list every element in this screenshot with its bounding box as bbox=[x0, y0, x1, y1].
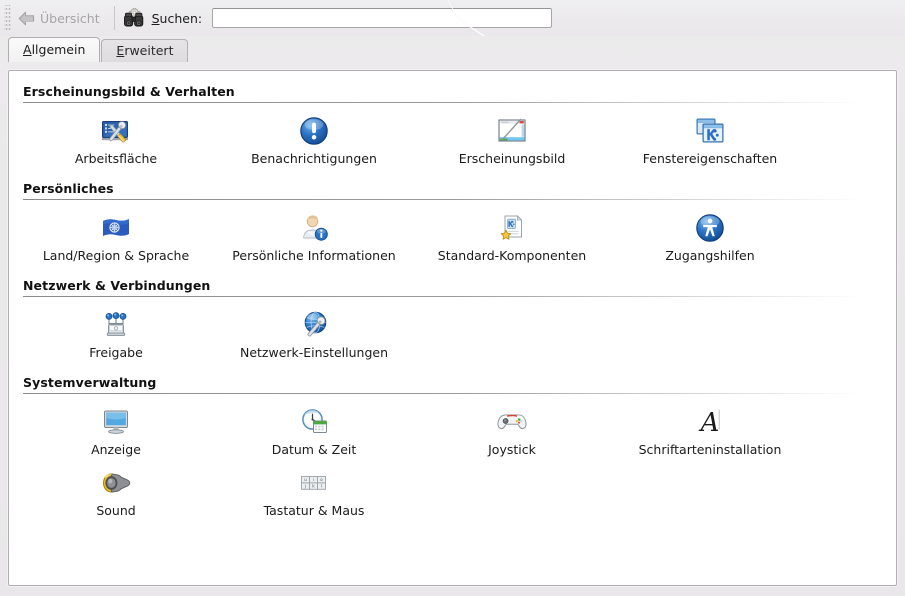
module-arbeitsflaeche[interactable]: Arbeitsfläche bbox=[17, 111, 215, 172]
search-input[interactable] bbox=[212, 8, 553, 28]
svg-text:j: j bbox=[304, 483, 306, 489]
module-label: Persönliche Informationen bbox=[232, 248, 396, 263]
un-flag-icon bbox=[99, 211, 133, 245]
group-title: Persönliches bbox=[23, 181, 114, 196]
module-freigabe[interactable]: Freigabe bbox=[17, 305, 215, 366]
back-button-label: Übersicht bbox=[40, 10, 100, 26]
module-label: Joystick bbox=[488, 442, 536, 457]
svg-text:i: i bbox=[313, 477, 314, 483]
module-label: Land/Region & Sprache bbox=[42, 248, 190, 263]
module-persoenliche-informationen[interactable]: Persönliche Informationen bbox=[215, 208, 413, 269]
module-label: Standard-Komponenten bbox=[437, 248, 587, 263]
module-label: Fenstereigenschaften bbox=[642, 151, 778, 166]
group-title: Erscheinungsbild & Verhalten bbox=[23, 84, 235, 99]
settings-panel-inner: Erscheinungsbild & Verhalten Arbeitsfläc… bbox=[9, 71, 896, 530]
module-label: Schriftarteninstallation bbox=[638, 442, 782, 457]
arrow-left-icon bbox=[18, 11, 35, 26]
tab-allgemein-accel: A bbox=[23, 42, 32, 57]
tab-erweitert-label: rweitert bbox=[124, 43, 174, 58]
notification-exclamation-icon bbox=[297, 114, 331, 148]
desktop-tools-icon bbox=[99, 114, 133, 148]
module-sound[interactable]: Sound bbox=[17, 463, 215, 524]
module-label: Freigabe bbox=[89, 345, 143, 360]
svg-text:l: l bbox=[321, 483, 322, 489]
speaker-icon bbox=[99, 466, 133, 500]
search-area: Suchen: bbox=[123, 8, 553, 28]
group-items: Freigabe Netzwerk-Einstellungen bbox=[17, 297, 888, 372]
tab-bar: Allgemein Erweitert bbox=[0, 36, 905, 62]
toolbar-separator bbox=[113, 6, 115, 30]
system-settings-window: Übersicht Suchen: Allgemein Erweitert Er… bbox=[0, 0, 905, 596]
search-label: Suchen: bbox=[152, 11, 202, 26]
accessibility-icon bbox=[693, 211, 727, 245]
keyboard-icon: u i o j k l bbox=[297, 466, 331, 500]
module-zugangshilfen[interactable]: Zugangshilfen bbox=[611, 208, 809, 269]
module-label: Sound bbox=[96, 503, 136, 518]
module-label: Zugangshilfen bbox=[665, 248, 755, 263]
group-items: Arbeitsfläche Benachrichtigungen Erschei… bbox=[17, 103, 888, 178]
toolbar-drag-handle[interactable] bbox=[4, 5, 11, 31]
font-a-icon: A bbox=[693, 405, 727, 439]
module-standard-komponenten[interactable]: Standard-Komponenten bbox=[413, 208, 611, 269]
module-anzeige[interactable]: Anzeige bbox=[17, 402, 215, 463]
svg-text:A: A bbox=[699, 408, 720, 437]
module-label: Anzeige bbox=[91, 442, 141, 457]
module-netzwerk-einstellungen[interactable]: Netzwerk-Einstellungen bbox=[215, 305, 413, 366]
module-label: Erscheinungsbild bbox=[458, 151, 566, 166]
search-label-accel: S bbox=[151, 10, 160, 26]
module-joystick[interactable]: Joystick bbox=[413, 402, 611, 463]
tab-erweitert[interactable]: Erweitert bbox=[101, 39, 189, 62]
module-erscheinungsbild[interactable]: Erscheinungsbild bbox=[413, 111, 611, 172]
module-benachrichtigungen[interactable]: Benachrichtigungen bbox=[215, 111, 413, 172]
tab-allgemein[interactable]: Allgemein bbox=[8, 37, 101, 62]
svg-text:o: o bbox=[320, 478, 323, 483]
tab-allgemein-label: llgemein bbox=[31, 42, 86, 57]
main-toolbar: Übersicht Suchen: bbox=[0, 0, 905, 36]
module-label: Benachrichtigungen bbox=[251, 151, 377, 166]
group-erscheinungsbild-verhalten: Erscheinungsbild & Verhalten Arbeitsfläc… bbox=[17, 81, 888, 178]
globe-wrench-icon bbox=[297, 308, 331, 342]
module-label: Arbeitsfläche bbox=[74, 151, 158, 166]
settings-panel: Erscheinungsbild & Verhalten Arbeitsfläc… bbox=[8, 70, 897, 586]
search-label-rest: uchen: bbox=[159, 10, 203, 26]
svg-text:u: u bbox=[304, 478, 307, 483]
clock-calendar-icon bbox=[297, 405, 331, 439]
group-items: Anzeige Datum & Zeit Joystick A Schrifta… bbox=[17, 394, 888, 530]
module-label: Tastatur & Maus bbox=[263, 503, 365, 518]
module-datum-zeit[interactable]: Datum & Zeit bbox=[215, 402, 413, 463]
binoculars-icon bbox=[123, 8, 145, 28]
group-persoenliches: Persönliches Land/Region & Sprache Persö… bbox=[17, 178, 888, 275]
group-title: Netzwerk & Verbindungen bbox=[23, 278, 211, 293]
user-info-icon bbox=[297, 211, 331, 245]
module-label: Datum & Zeit bbox=[271, 442, 357, 457]
group-netzwerk-verbindungen: Netzwerk & Verbindungen Freigabe Netzwer… bbox=[17, 275, 888, 372]
group-items: Land/Region & Sprache Persönliche Inform… bbox=[17, 200, 888, 275]
kde-windows-icon bbox=[693, 114, 727, 148]
window-style-icon bbox=[495, 114, 529, 148]
back-to-overview-button[interactable]: Übersicht bbox=[14, 8, 108, 29]
monitor-icon bbox=[99, 405, 133, 439]
module-schriftarteninstallation[interactable]: A Schriftarteninstallation bbox=[611, 402, 809, 463]
group-title: Systemverwaltung bbox=[23, 375, 157, 390]
module-tastatur-maus[interactable]: u i o j k l Tastatur & Maus bbox=[215, 463, 413, 524]
gamepad-icon bbox=[495, 405, 529, 439]
default-apps-star-icon bbox=[495, 211, 529, 245]
group-systemverwaltung: Systemverwaltung Anzeige Datum & Zeit Jo… bbox=[17, 372, 888, 530]
module-land-region-sprache[interactable]: Land/Region & Sprache bbox=[17, 208, 215, 269]
network-share-icon bbox=[99, 308, 133, 342]
module-fenstereigenschaften[interactable]: Fenstereigenschaften bbox=[611, 111, 809, 172]
module-label: Netzwerk-Einstellungen bbox=[239, 345, 389, 360]
